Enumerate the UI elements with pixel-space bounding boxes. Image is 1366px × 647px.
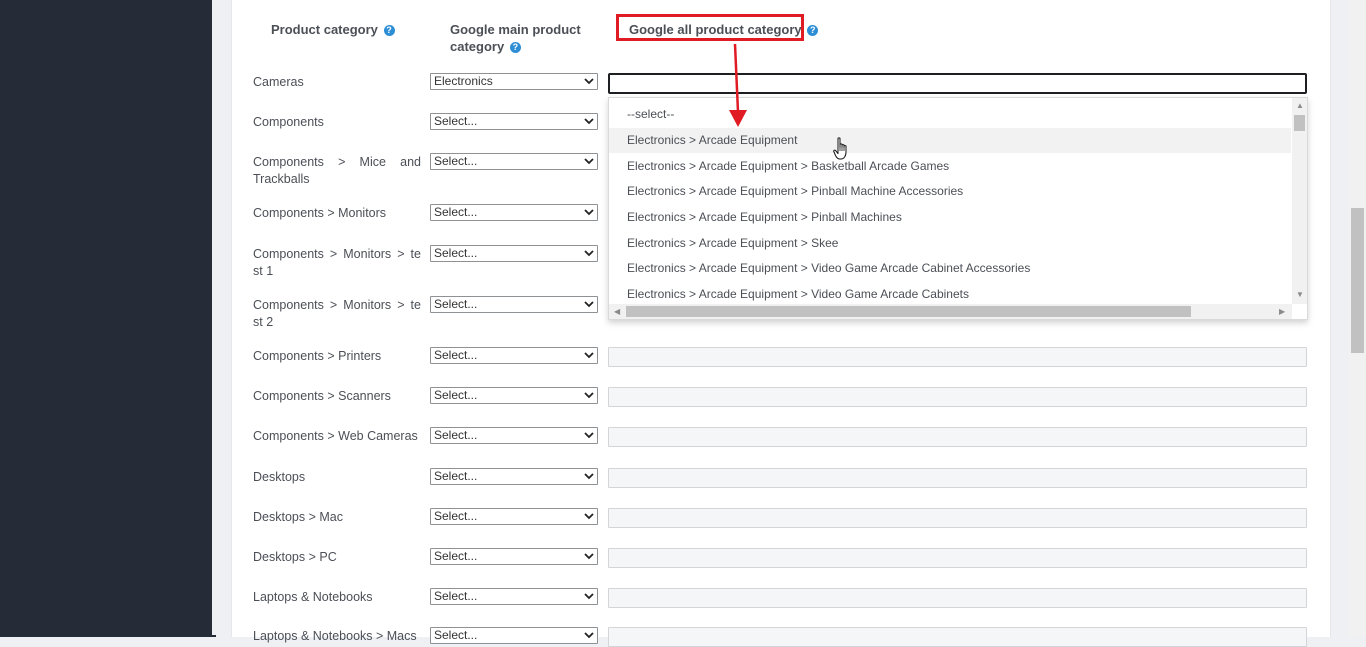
chevron-down-icon xyxy=(584,473,594,480)
chevron-down-icon xyxy=(584,301,594,308)
google-main-category-select[interactable]: Select... xyxy=(430,204,598,221)
chevron-down-icon xyxy=(584,553,594,560)
category-label: Components xyxy=(253,115,324,129)
header-product-category-label: Product category xyxy=(271,22,378,37)
select-value: Electronics xyxy=(434,74,493,88)
google-all-category-input[interactable] xyxy=(608,347,1307,367)
header-google-main-line2: category xyxy=(450,39,505,54)
category-label: Desktops xyxy=(253,470,306,484)
google-all-category-input-active[interactable] xyxy=(608,73,1307,94)
google-all-category-input[interactable] xyxy=(608,427,1307,447)
scroll-down-icon[interactable]: ▼ xyxy=(1296,291,1304,299)
google-all-category-input[interactable] xyxy=(608,627,1307,647)
select-value: Select... xyxy=(434,154,478,168)
google-all-category-input[interactable] xyxy=(608,508,1307,528)
google-main-category-select[interactable]: Select... xyxy=(430,153,598,170)
chevron-down-icon xyxy=(584,392,594,399)
dropdown-option[interactable]: Electronics > Arcade Equipment > Video G… xyxy=(609,256,1291,281)
category-label: Components > Monitors > te st 2 xyxy=(253,298,421,329)
select-value: Select... xyxy=(434,509,478,523)
google-main-category-select[interactable]: Select... xyxy=(430,427,598,444)
google-all-category-input[interactable] xyxy=(608,588,1307,608)
category-label: Components > Scanners xyxy=(253,389,391,403)
chevron-down-icon xyxy=(584,209,594,216)
google-main-category-select[interactable]: Select... xyxy=(430,296,598,313)
google-all-category-input[interactable] xyxy=(608,468,1307,488)
hand-cursor-icon xyxy=(833,137,847,160)
select-value: Select... xyxy=(434,348,478,362)
dropdown-option[interactable]: Electronics > Arcade Equipment > Skee xyxy=(609,231,1291,256)
category-label: Laptops & Notebooks xyxy=(253,590,373,604)
chevron-down-icon xyxy=(584,352,594,359)
scroll-left-icon[interactable]: ◀ xyxy=(614,308,620,316)
category-label: Components > Monitors xyxy=(253,206,387,220)
select-value: Select... xyxy=(434,469,478,483)
dropdown-option[interactable]: Electronics > Arcade Equipment > Basketb… xyxy=(609,154,1291,179)
chevron-down-icon xyxy=(584,632,594,639)
dropdown-horizontal-scrollbar[interactable]: ◀ ▶ xyxy=(609,304,1292,319)
google-main-category-select[interactable]: Select... xyxy=(430,347,598,364)
left-sidebar xyxy=(0,0,216,637)
category-label: Components > Web Cameras xyxy=(253,429,418,443)
category-label: Components > Mice and Trackballs xyxy=(253,155,421,186)
google-main-category-select[interactable]: Select... xyxy=(430,508,598,525)
select-value: Select... xyxy=(434,246,478,260)
google-category-dropdown[interactable]: --select-- Electronics > Arcade Equipment… xyxy=(608,97,1308,320)
select-value: Select... xyxy=(434,297,478,311)
dropdown-vertical-scroll-thumb[interactable] xyxy=(1294,115,1305,131)
google-main-category-select[interactable]: Select... xyxy=(430,387,598,404)
header-product-category: Product category ? xyxy=(271,21,395,38)
google-main-category-select[interactable]: Select... xyxy=(430,627,598,644)
header-google-main-category: Google main product category ? xyxy=(450,21,581,55)
category-label: Components > Monitors > te st 1 xyxy=(253,247,421,278)
dropdown-vertical-scrollbar[interactable]: ▲ ▼ xyxy=(1292,98,1307,304)
category-label: Desktops > Mac xyxy=(253,510,343,524)
help-icon[interactable]: ? xyxy=(383,25,395,36)
google-main-category-select[interactable]: Select... xyxy=(430,548,598,565)
dropdown-horizontal-scroll-thumb[interactable] xyxy=(626,306,1191,317)
select-value: Select... xyxy=(434,549,478,563)
select-value: Select... xyxy=(434,388,478,402)
dropdown-option[interactable]: Electronics > Arcade Equipment > Pinball… xyxy=(609,179,1291,204)
select-value: Select... xyxy=(434,205,478,219)
select-value: Select... xyxy=(434,589,478,603)
help-icon[interactable]: ? xyxy=(509,42,521,53)
select-value: Select... xyxy=(434,114,478,128)
scroll-right-icon[interactable]: ▶ xyxy=(1279,308,1285,316)
chevron-down-icon xyxy=(584,78,594,85)
google-main-category-select[interactable]: Select... xyxy=(430,245,598,262)
dropdown-option[interactable]: --select-- xyxy=(609,102,1291,127)
google-main-category-select[interactable]: Select... xyxy=(430,468,598,485)
chevron-down-icon xyxy=(584,513,594,520)
help-icon[interactable]: ? xyxy=(807,25,819,36)
select-value: Select... xyxy=(434,428,478,442)
google-main-category-select[interactable]: Electronics xyxy=(430,73,598,90)
google-all-category-input[interactable] xyxy=(608,387,1307,407)
page-scroll-thumb[interactable] xyxy=(1351,208,1364,353)
category-label: Desktops > PC xyxy=(253,550,337,564)
google-main-category-select[interactable]: Select... xyxy=(430,113,598,130)
chevron-down-icon xyxy=(584,593,594,600)
category-label: Components > Printers xyxy=(253,349,382,363)
select-value: Select... xyxy=(434,628,478,642)
google-main-category-select[interactable]: Select... xyxy=(430,588,598,605)
header-google-main-line1: Google main product xyxy=(450,22,581,37)
chevron-down-icon xyxy=(584,158,594,165)
annotation-highlight-box xyxy=(616,14,804,41)
google-all-category-input[interactable] xyxy=(608,548,1307,568)
dropdown-option[interactable]: Electronics > Arcade Equipment xyxy=(609,128,1291,153)
chevron-down-icon xyxy=(584,250,594,257)
dropdown-option[interactable]: Electronics > Arcade Equipment > Pinball… xyxy=(609,205,1291,230)
scroll-up-icon[interactable]: ▲ xyxy=(1296,102,1304,110)
category-label: Cameras xyxy=(253,75,304,89)
chevron-down-icon xyxy=(584,118,594,125)
chevron-down-icon xyxy=(584,432,594,439)
